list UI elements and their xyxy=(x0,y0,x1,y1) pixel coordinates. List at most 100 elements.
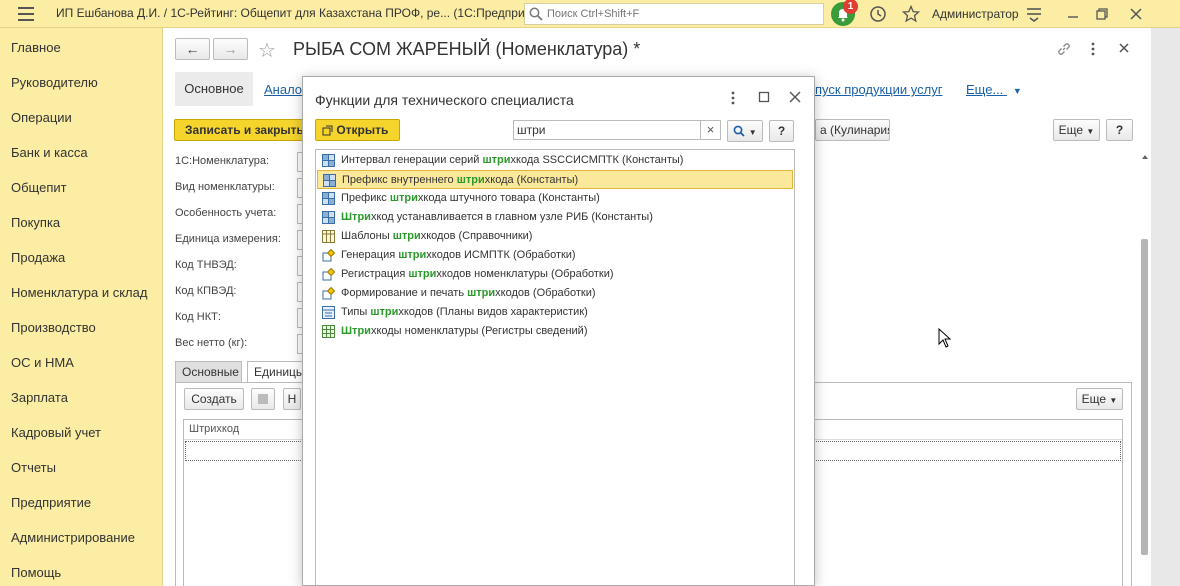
register-icon xyxy=(322,325,335,338)
item-text: Типы xyxy=(341,306,371,318)
list-item[interactable]: Штрихкоды номенклатуры (Регистры сведени… xyxy=(317,322,793,341)
subtab-units[interactable]: Единицы xyxy=(247,361,303,383)
sidebar-item-reports[interactable]: Отчеты xyxy=(11,460,56,475)
dialog-maximize-icon[interactable] xyxy=(758,91,770,103)
settings-menu-icon[interactable] xyxy=(1025,5,1043,23)
sidebar-item-main[interactable]: Главное xyxy=(11,40,61,55)
history-icon[interactable] xyxy=(869,5,887,23)
list-item[interactable]: Интервал генерации серий штрихкода SSCCИ… xyxy=(317,151,793,170)
sidebar-item-enterprise[interactable]: Предприятие xyxy=(11,495,91,510)
constant-icon xyxy=(322,154,335,167)
tab-main[interactable]: Основное xyxy=(175,72,253,106)
scrollbar-thumb[interactable] xyxy=(1141,239,1148,555)
item-text: хкодов номенклатуры (Обработки) xyxy=(436,268,614,280)
field-label-tnved: Код ТНВЭД: xyxy=(175,259,237,271)
item-match: штри xyxy=(482,154,511,166)
favorite-star-icon[interactable]: ☆ xyxy=(258,38,276,63)
subtab-main[interactable]: Основные xyxy=(175,361,242,383)
close-form-icon[interactable] xyxy=(1118,42,1130,54)
minimize-icon[interactable] xyxy=(1064,5,1082,23)
user-name[interactable]: Администратор xyxy=(932,7,1019,21)
sidebar-item-catering[interactable]: Общепит xyxy=(11,180,67,195)
form-title: РЫБА СОМ ЖАРЕНЫЙ (Номенклатура) * xyxy=(293,39,641,59)
close-window-icon[interactable] xyxy=(1127,5,1145,23)
sidebar-item-salary[interactable]: Зарплата xyxy=(11,390,68,405)
dialog-more-icon[interactable] xyxy=(728,90,738,106)
dropdown-arrow-icon: ▼ xyxy=(1086,127,1095,136)
list-item[interactable]: Формирование и печать штрихкодов (Обрабо… xyxy=(317,284,793,303)
dropdown-arrow-icon: ▼ xyxy=(1109,396,1118,405)
list-item[interactable]: Регистрация штрихкодов номенклатуры (Обр… xyxy=(317,265,793,284)
more-actions-icon[interactable] xyxy=(1088,41,1098,57)
forward-button[interactable]: → xyxy=(213,38,248,60)
list-item[interactable]: Штрихкод устанавливается в главном узле … xyxy=(317,208,793,227)
more-button[interactable]: Еще ▼ xyxy=(1053,119,1100,141)
tab-analogs[interactable]: Анало xyxy=(264,82,302,97)
clear-filter-icon[interactable]: × xyxy=(700,121,720,139)
open-button[interactable]: Открыть xyxy=(315,119,400,141)
item-match: штри xyxy=(456,174,485,186)
item-text: хкода штучного товара (Константы) xyxy=(417,192,600,204)
search-options-button[interactable]: ▼ xyxy=(727,120,763,142)
grid-more-label: Еще xyxy=(1081,392,1107,406)
sidebar-item-hr[interactable]: Кадровый учет xyxy=(11,425,101,440)
list-item[interactable]: Префикс штрихкода штучного товара (Конст… xyxy=(317,189,793,208)
restore-icon[interactable] xyxy=(1093,5,1111,23)
list-item[interactable]: Типы штрихкодов (Планы видов характерист… xyxy=(317,303,793,322)
notifications-bell[interactable]: 1 xyxy=(831,0,858,26)
functions-list: Интервал генерации серий штрихкода SSCCИ… xyxy=(315,149,795,586)
item-text: хкодов (Справочники) xyxy=(420,230,533,242)
dialog-help-button[interactable]: ? xyxy=(769,120,794,142)
sidebar-item-help[interactable]: Помощь xyxy=(11,565,61,580)
global-search-input[interactable] xyxy=(547,6,817,22)
culinary-button[interactable]: а (Кулинария) xyxy=(815,119,890,141)
field-label-1c-nomenclature: 1С:Номенклатура: xyxy=(175,155,269,167)
app-title: ИП Ешбанова Д.И. / 1С-Рейтинг: Общепит д… xyxy=(56,6,555,20)
sidebar-item-manager[interactable]: Руководителю xyxy=(11,75,98,90)
dialog-close-icon[interactable] xyxy=(789,91,801,103)
create-button[interactable]: Создать xyxy=(184,388,244,410)
sidebar-item-nomenclature-warehouse[interactable]: Номенклатура и склад xyxy=(11,285,147,300)
dropdown-arrow-icon: ▼ xyxy=(1012,86,1022,96)
item-match: Штри xyxy=(341,211,371,223)
sidebar-item-production[interactable]: Производство xyxy=(11,320,96,335)
item-text: Интервал генерации серий xyxy=(341,154,483,166)
list-item-selected[interactable]: Префикс внутреннего штрихкода (Константы… xyxy=(317,170,793,189)
tab-production-release[interactable]: пуск продукции услуг xyxy=(815,82,942,97)
list-item[interactable]: Шаблоны штрихкодов (Справочники) xyxy=(317,227,793,246)
sidebar-item-bank-cash[interactable]: Банк и касса xyxy=(11,145,88,160)
sidebar-item-fixed-assets[interactable]: ОС и НМА xyxy=(11,355,74,370)
item-text: хкод устанавливается в главном узле РИБ … xyxy=(370,211,653,223)
link-icon[interactable] xyxy=(1056,41,1072,57)
list-item[interactable]: Генерация штрихкодов ИСМПТК (Обработки) xyxy=(317,246,793,265)
grid-more-button[interactable]: Еще ▼ xyxy=(1076,388,1123,410)
global-search-box[interactable] xyxy=(524,3,824,25)
sidebar-item-purchase[interactable]: Покупка xyxy=(11,215,60,230)
item-match: Штри xyxy=(341,325,371,337)
dialog-title: Функции для технического специалиста xyxy=(315,92,574,108)
processing-icon xyxy=(322,268,335,281)
dropdown-arrow-icon: ▼ xyxy=(748,128,757,137)
save-and-close-button[interactable]: Записать и закрыть xyxy=(174,119,304,141)
processing-icon xyxy=(322,249,335,262)
copy-button[interactable] xyxy=(251,388,275,410)
filter-input[interactable] xyxy=(517,123,697,137)
sidebar-item-sales[interactable]: Продажа xyxy=(11,250,65,265)
filter-field[interactable]: × xyxy=(513,120,721,140)
item-match: штри xyxy=(392,230,421,242)
sidebar-item-operations[interactable]: Операции xyxy=(11,110,72,125)
back-button[interactable]: ← xyxy=(175,38,210,60)
tab-more[interactable]: Еще... ▼ xyxy=(966,82,1022,97)
constant-icon xyxy=(323,174,336,187)
sidebar-item-administration[interactable]: Администрирование xyxy=(11,530,135,545)
field-label-kpved: Код КПВЭД: xyxy=(175,285,237,297)
tab-more-label: Еще... xyxy=(966,82,1004,97)
favorites-star-icon[interactable] xyxy=(902,5,920,23)
scroll-up-icon[interactable] xyxy=(1141,153,1149,161)
n-button[interactable]: Н xyxy=(283,388,301,410)
arrow-left-icon: ← xyxy=(185,41,200,57)
field-label-net-weight: Вес нетто (кг): xyxy=(175,337,248,349)
vertical-scrollbar[interactable] xyxy=(1140,153,1150,586)
main-menu-icon[interactable] xyxy=(18,7,34,21)
help-button[interactable]: ? xyxy=(1106,119,1133,141)
